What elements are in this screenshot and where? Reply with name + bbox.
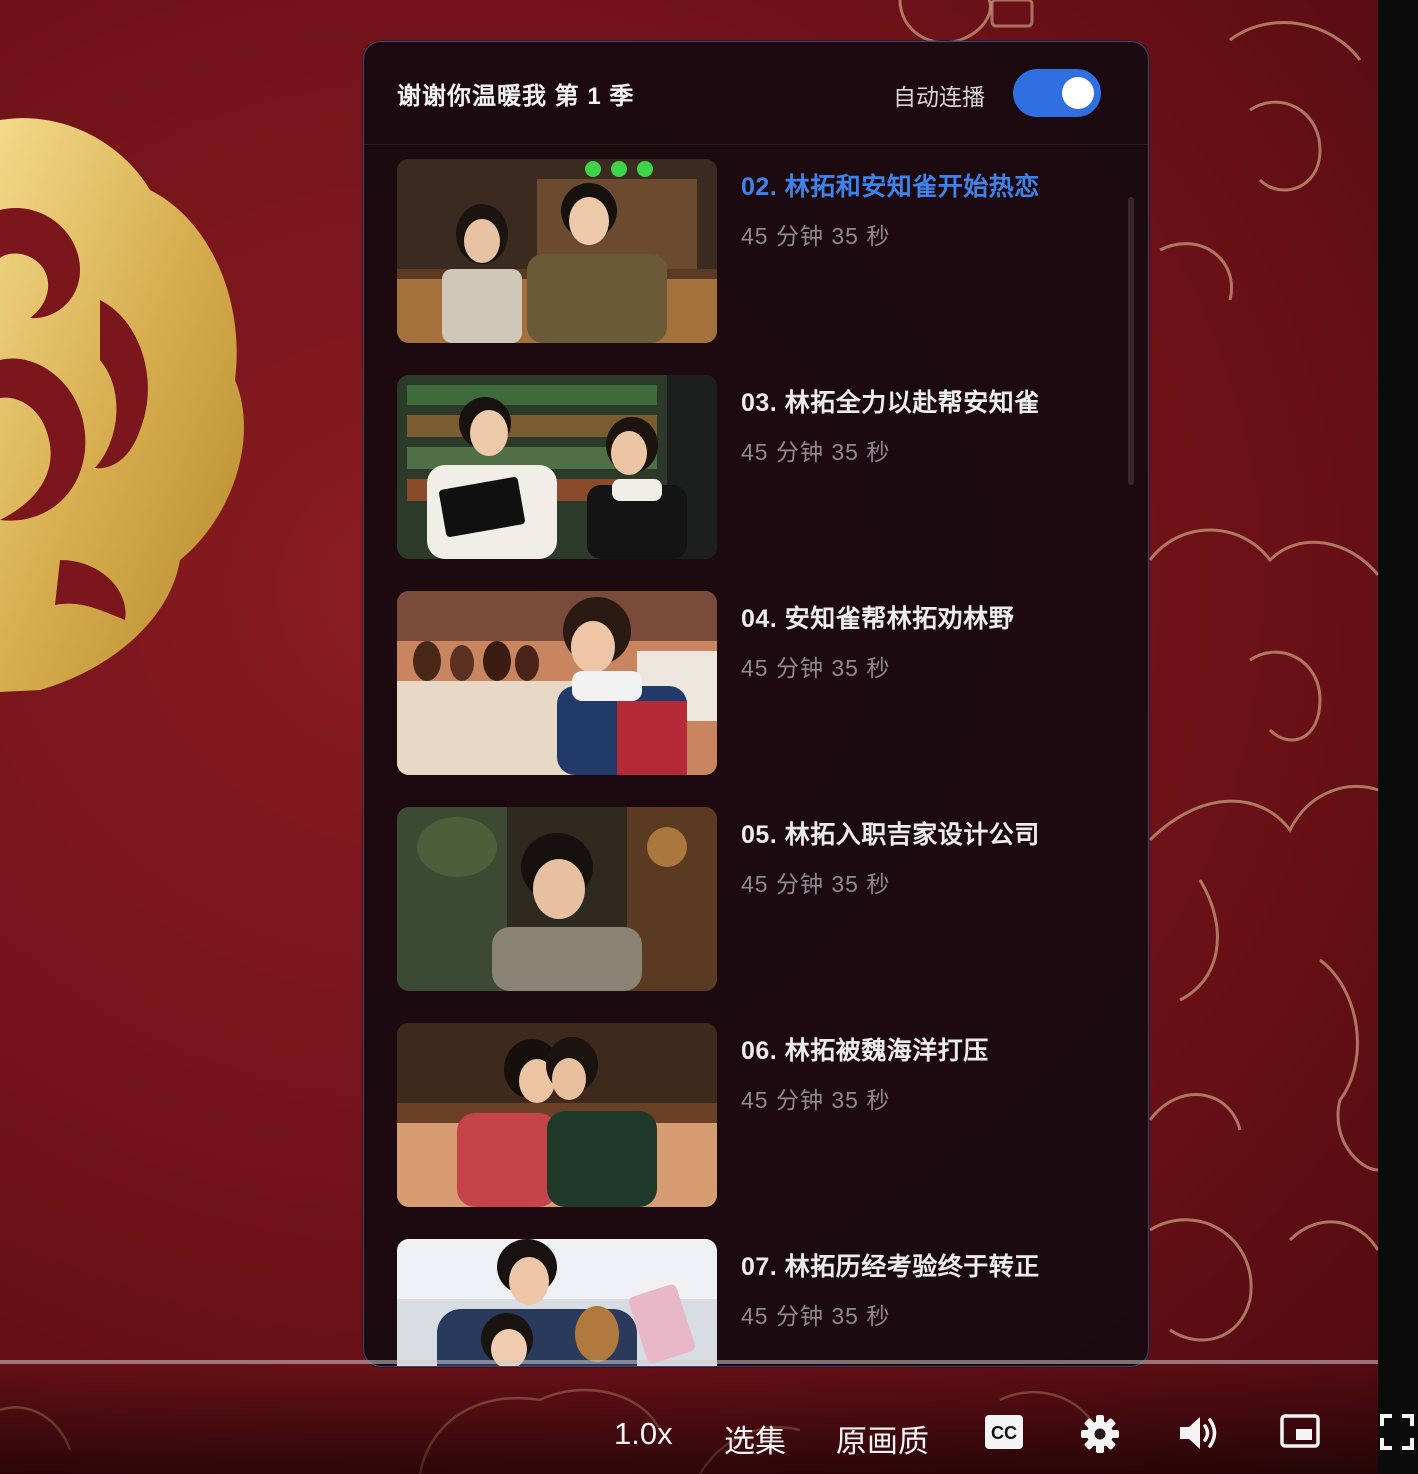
episode-item[interactable]: 06. 林拓被魏海洋打压 45 分钟 35 秒 [397, 1023, 1097, 1207]
episode-title[interactable]: 07. 林拓历经考验终于转正 [741, 1247, 1040, 1283]
toggle-knob [1062, 77, 1094, 109]
episode-thumbnail[interactable] [397, 807, 717, 991]
episodes-button[interactable]: 选集 [724, 1416, 786, 1461]
episode-item[interactable]: 04. 安知雀帮林拓劝林野 45 分钟 35 秒 [397, 591, 1097, 775]
episode-item[interactable]: 05. 林拓入职吉家设计公司 45 分钟 35 秒 [397, 807, 1097, 991]
series-title: 谢谢你温暖我 第 1 季 [397, 83, 635, 110]
panel-header: 谢谢你温暖我 第 1 季 自动连播 [364, 42, 1148, 145]
episode-thumbnail[interactable] [397, 1023, 717, 1207]
playback-speed-button[interactable]: 1.0x [614, 1416, 673, 1452]
episode-thumbnail[interactable] [397, 375, 717, 559]
fullscreen-icon[interactable] [1380, 1414, 1414, 1455]
scrollbar[interactable] [1128, 197, 1134, 485]
episode-thumbnail[interactable] [397, 1239, 717, 1366]
episode-panel: 谢谢你温暖我 第 1 季 自动连播 02. 林拓和安知雀开始热恋 45 分钟 3… [363, 41, 1149, 1367]
picture-in-picture-icon[interactable] [1280, 1414, 1320, 1453]
episode-duration: 45 分钟 35 秒 [741, 1303, 891, 1329]
episode-item[interactable]: 07. 林拓历经考验终于转正 45 分钟 35 秒 [397, 1239, 1097, 1366]
captions-icon[interactable]: CC [984, 1414, 1024, 1455]
episode-title[interactable]: 04. 安知雀帮林拓劝林野 [741, 599, 1014, 635]
episode-title[interactable]: 06. 林拓被魏海洋打压 [741, 1031, 989, 1067]
episode-list[interactable]: 02. 林拓和安知雀开始热恋 45 分钟 35 秒 03. 林拓全力以赴帮安知雀… [364, 145, 1148, 1366]
episode-thumbnail[interactable] [397, 591, 717, 775]
right-edge-bar [1378, 0, 1418, 1474]
episode-title[interactable]: 02. 林拓和安知雀开始热恋 [741, 167, 1040, 203]
episode-title[interactable]: 05. 林拓入职吉家设计公司 [741, 815, 1040, 851]
episode-thumbnail[interactable] [397, 159, 717, 343]
episode-item[interactable]: 03. 林拓全力以赴帮安知雀 45 分钟 35 秒 [397, 375, 1097, 559]
episode-duration: 45 分钟 35 秒 [741, 1087, 891, 1113]
player-controls: 1.0x 选集 原画质 CC [0, 1364, 1414, 1474]
autoplay-toggle[interactable] [1013, 69, 1101, 117]
episode-item[interactable]: 02. 林拓和安知雀开始热恋 45 分钟 35 秒 [397, 159, 1097, 343]
episode-duration: 45 分钟 35 秒 [741, 871, 891, 897]
episode-duration: 45 分钟 35 秒 [741, 655, 891, 681]
svg-text:CC: CC [991, 1423, 1017, 1443]
settings-gear-icon[interactable] [1080, 1414, 1120, 1459]
episode-duration: 45 分钟 35 秒 [741, 439, 891, 465]
episode-duration: 45 分钟 35 秒 [741, 223, 891, 249]
episode-title[interactable]: 03. 林拓全力以赴帮安知雀 [741, 383, 1040, 419]
quality-button[interactable]: 原画质 [836, 1416, 929, 1461]
volume-icon[interactable] [1178, 1414, 1220, 1457]
autoplay-label: 自动连播 [893, 84, 985, 110]
